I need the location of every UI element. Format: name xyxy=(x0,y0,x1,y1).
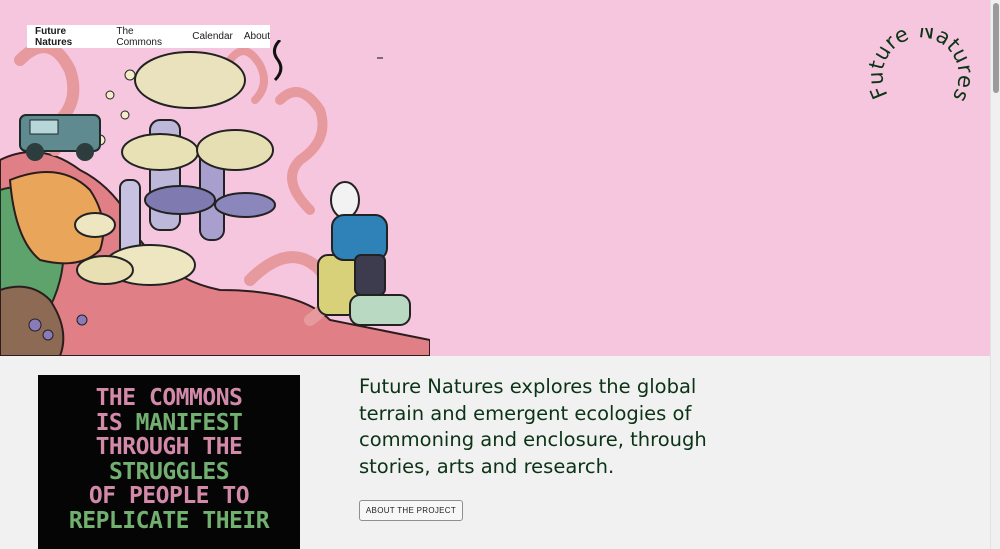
hero-illustration xyxy=(0,40,430,356)
poster-line: STRUGGLES xyxy=(108,458,230,485)
poster-line: IS MANIFEST xyxy=(95,409,243,436)
divider xyxy=(377,57,383,59)
poster-line: THE COMMONS xyxy=(95,385,243,411)
nav-item-calendar[interactable]: Calendar xyxy=(192,31,233,42)
page-scrollbar[interactable] xyxy=(990,0,1000,549)
hero-banner: Future Natures The Commons Calendar Abou… xyxy=(0,0,990,356)
nav-item-about[interactable]: About xyxy=(244,31,270,42)
poster-line: OF PEOPLE TO xyxy=(88,483,250,509)
svg-text:Future Natures: Future Natures xyxy=(868,28,978,106)
nav-item-the-commons[interactable]: The Commons xyxy=(116,26,181,48)
about-project-button[interactable]: ABOUT THE PROJECT xyxy=(359,500,463,521)
nav-item-future-natures[interactable]: Future Natures xyxy=(35,26,105,48)
poster-line: THROUGH THE xyxy=(95,434,243,460)
intro-text: Future Natures explores the global terra… xyxy=(359,375,707,478)
commons-poster-image: THE COMMONS IS MANIFEST THROUGH THE STRU… xyxy=(38,375,300,549)
poster-text: THE COMMONS IS MANIFEST THROUGH THE STRU… xyxy=(38,375,300,533)
poster-line: REPLICATE THEIR xyxy=(68,507,270,534)
intro-section: THE COMMONS IS MANIFEST THROUGH THE STRU… xyxy=(0,356,990,549)
top-nav: Future Natures The Commons Calendar Abou… xyxy=(27,25,270,48)
logo-text: Future Natures xyxy=(868,28,978,106)
site-logo[interactable]: Future Natures xyxy=(868,28,978,128)
scrollbar-thumb[interactable] xyxy=(993,3,999,93)
